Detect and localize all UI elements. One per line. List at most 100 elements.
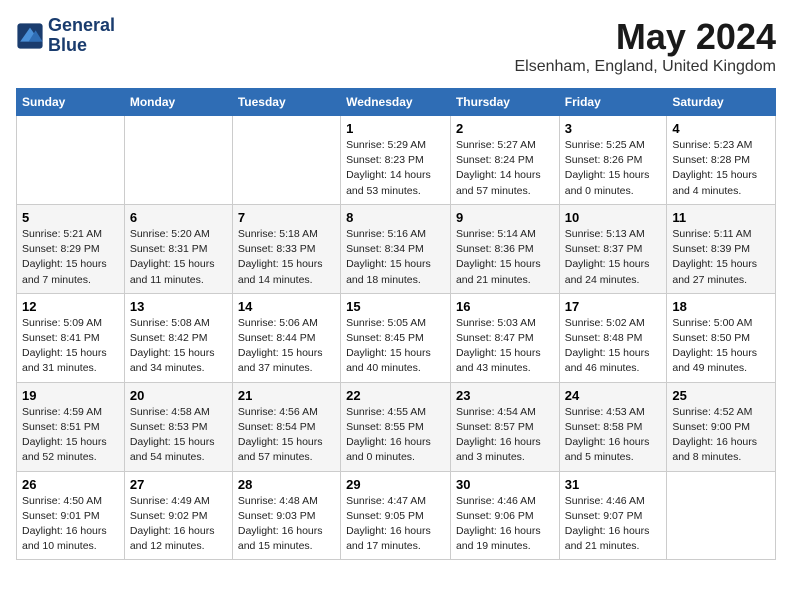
calendar-cell: 18 Sunrise: 5:00 AM Sunset: 8:50 PM Dayli…	[667, 293, 776, 382]
day-number: 23	[456, 388, 554, 403]
week-row-2: 12 Sunrise: 5:09 AM Sunset: 8:41 PM Dayli…	[17, 293, 776, 382]
day-number: 7	[238, 210, 335, 225]
calendar-cell: 12 Sunrise: 5:09 AM Sunset: 8:41 PM Dayli…	[17, 293, 125, 382]
day-info: Sunrise: 4:59 AM Sunset: 8:51 PM Dayligh…	[22, 405, 119, 466]
day-info: Sunrise: 5:20 AM Sunset: 8:31 PM Dayligh…	[130, 227, 227, 288]
logo: General Blue	[16, 16, 115, 56]
calendar-cell: 21 Sunrise: 4:56 AM Sunset: 8:54 PM Dayli…	[232, 382, 340, 471]
day-number: 8	[346, 210, 445, 225]
day-info: Sunrise: 4:58 AM Sunset: 8:53 PM Dayligh…	[130, 405, 227, 466]
calendar-cell: 4Sunrise: 5:23 AM Sunset: 8:28 PM Daylig…	[667, 116, 776, 205]
day-info: Sunrise: 4:55 AM Sunset: 8:55 PM Dayligh…	[346, 405, 445, 466]
day-info: Sunrise: 5:13 AM Sunset: 8:37 PM Dayligh…	[565, 227, 662, 288]
calendar-cell: 2 Sunrise: 5:27 AM Sunset: 8:24 PM Daylig…	[450, 116, 559, 205]
calendar-cell: 24 Sunrise: 4:53 AM Sunset: 8:58 PM Dayli…	[559, 382, 667, 471]
day-info: Sunrise: 5:18 AM Sunset: 8:33 PM Dayligh…	[238, 227, 335, 288]
logo-line1: General	[48, 16, 115, 36]
week-row-0: 1Sunrise: 5:29 AM Sunset: 8:23 PM Daylig…	[17, 116, 776, 205]
calendar-cell: 27Sunrise: 4:49 AM Sunset: 9:02 PM Dayli…	[124, 471, 232, 560]
day-info: Sunrise: 5:29 AM Sunset: 8:23 PM Dayligh…	[346, 138, 445, 199]
calendar-cell: 14Sunrise: 5:06 AM Sunset: 8:44 PM Dayli…	[232, 293, 340, 382]
day-info: Sunrise: 5:09 AM Sunset: 8:41 PM Dayligh…	[22, 316, 119, 377]
day-number: 30	[456, 477, 554, 492]
calendar-cell: 6 Sunrise: 5:20 AM Sunset: 8:31 PM Daylig…	[124, 204, 232, 293]
day-info: Sunrise: 5:00 AM Sunset: 8:50 PM Dayligh…	[672, 316, 770, 377]
header-monday: Monday	[124, 89, 232, 116]
calendar-cell: 3Sunrise: 5:25 AM Sunset: 8:26 PM Daylig…	[559, 116, 667, 205]
day-number: 22	[346, 388, 445, 403]
header-row: SundayMondayTuesdayWednesdayThursdayFrid…	[17, 89, 776, 116]
day-info: Sunrise: 5:25 AM Sunset: 8:26 PM Dayligh…	[565, 138, 662, 199]
day-info: Sunrise: 5:27 AM Sunset: 8:24 PM Dayligh…	[456, 138, 554, 199]
day-info: Sunrise: 5:21 AM Sunset: 8:29 PM Dayligh…	[22, 227, 119, 288]
day-info: Sunrise: 4:46 AM Sunset: 9:06 PM Dayligh…	[456, 494, 554, 555]
calendar-cell	[232, 116, 340, 205]
calendar-cell: 9Sunrise: 5:14 AM Sunset: 8:36 PM Daylig…	[450, 204, 559, 293]
day-number: 15	[346, 299, 445, 314]
day-number: 27	[130, 477, 227, 492]
day-info: Sunrise: 4:56 AM Sunset: 8:54 PM Dayligh…	[238, 405, 335, 466]
day-number: 20	[130, 388, 227, 403]
day-number: 9	[456, 210, 554, 225]
day-info: Sunrise: 5:03 AM Sunset: 8:47 PM Dayligh…	[456, 316, 554, 377]
day-number: 6	[130, 210, 227, 225]
day-number: 21	[238, 388, 335, 403]
calendar-cell: 19 Sunrise: 4:59 AM Sunset: 8:51 PM Dayli…	[17, 382, 125, 471]
day-number: 28	[238, 477, 335, 492]
day-number: 17	[565, 299, 662, 314]
header-friday: Friday	[559, 89, 667, 116]
day-number: 24	[565, 388, 662, 403]
day-number: 12	[22, 299, 119, 314]
logo-icon	[16, 22, 44, 50]
day-number: 14	[238, 299, 335, 314]
logo-line2: Blue	[48, 36, 115, 56]
day-info: Sunrise: 5:11 AM Sunset: 8:39 PM Dayligh…	[672, 227, 770, 288]
calendar-cell: 7 Sunrise: 5:18 AM Sunset: 8:33 PM Daylig…	[232, 204, 340, 293]
calendar-cell	[124, 116, 232, 205]
day-number: 11	[672, 210, 770, 225]
calendar-cell: 20 Sunrise: 4:58 AM Sunset: 8:53 PM Dayli…	[124, 382, 232, 471]
day-number: 5	[22, 210, 119, 225]
day-info: Sunrise: 5:08 AM Sunset: 8:42 PM Dayligh…	[130, 316, 227, 377]
day-info: Sunrise: 4:50 AM Sunset: 9:01 PM Dayligh…	[22, 494, 119, 555]
day-number: 31	[565, 477, 662, 492]
calendar-cell: 11 Sunrise: 5:11 AM Sunset: 8:39 PM Dayli…	[667, 204, 776, 293]
header-thursday: Thursday	[450, 89, 559, 116]
week-row-4: 26 Sunrise: 4:50 AM Sunset: 9:01 PM Dayli…	[17, 471, 776, 560]
day-info: Sunrise: 5:16 AM Sunset: 8:34 PM Dayligh…	[346, 227, 445, 288]
calendar-subtitle: Elsenham, England, United Kingdom	[515, 58, 777, 76]
day-number: 18	[672, 299, 770, 314]
calendar-cell: 13Sunrise: 5:08 AM Sunset: 8:42 PM Dayli…	[124, 293, 232, 382]
day-number: 2	[456, 121, 554, 136]
day-info: Sunrise: 4:54 AM Sunset: 8:57 PM Dayligh…	[456, 405, 554, 466]
day-number: 10	[565, 210, 662, 225]
day-info: Sunrise: 4:52 AM Sunset: 9:00 PM Dayligh…	[672, 405, 770, 466]
page-header: General Blue May 2024 Elsenham, England,…	[16, 16, 776, 76]
calendar-cell: 10 Sunrise: 5:13 AM Sunset: 8:37 PM Dayli…	[559, 204, 667, 293]
header-saturday: Saturday	[667, 89, 776, 116]
calendar-cell: 23 Sunrise: 4:54 AM Sunset: 8:57 PM Dayli…	[450, 382, 559, 471]
header-sunday: Sunday	[17, 89, 125, 116]
calendar-cell	[17, 116, 125, 205]
calendar-cell: 1Sunrise: 5:29 AM Sunset: 8:23 PM Daylig…	[341, 116, 451, 205]
day-number: 19	[22, 388, 119, 403]
day-info: Sunrise: 4:53 AM Sunset: 8:58 PM Dayligh…	[565, 405, 662, 466]
calendar-table: SundayMondayTuesdayWednesdayThursdayFrid…	[16, 88, 776, 560]
day-number: 25	[672, 388, 770, 403]
day-info: Sunrise: 4:46 AM Sunset: 9:07 PM Dayligh…	[565, 494, 662, 555]
calendar-cell: 22 Sunrise: 4:55 AM Sunset: 8:55 PM Dayli…	[341, 382, 451, 471]
logo-text: General Blue	[48, 16, 115, 56]
calendar-cell: 15 Sunrise: 5:05 AM Sunset: 8:45 PM Dayli…	[341, 293, 451, 382]
calendar-cell: 26 Sunrise: 4:50 AM Sunset: 9:01 PM Dayli…	[17, 471, 125, 560]
day-info: Sunrise: 4:47 AM Sunset: 9:05 PM Dayligh…	[346, 494, 445, 555]
day-info: Sunrise: 4:48 AM Sunset: 9:03 PM Dayligh…	[238, 494, 335, 555]
header-tuesday: Tuesday	[232, 89, 340, 116]
calendar-cell: 30 Sunrise: 4:46 AM Sunset: 9:06 PM Dayli…	[450, 471, 559, 560]
day-number: 26	[22, 477, 119, 492]
calendar-cell: 8 Sunrise: 5:16 AM Sunset: 8:34 PM Daylig…	[341, 204, 451, 293]
week-row-1: 5 Sunrise: 5:21 AM Sunset: 8:29 PM Daylig…	[17, 204, 776, 293]
title-section: May 2024 Elsenham, England, United Kingd…	[515, 16, 777, 76]
day-number: 29	[346, 477, 445, 492]
calendar-cell: 28 Sunrise: 4:48 AM Sunset: 9:03 PM Dayli…	[232, 471, 340, 560]
day-info: Sunrise: 5:05 AM Sunset: 8:45 PM Dayligh…	[346, 316, 445, 377]
